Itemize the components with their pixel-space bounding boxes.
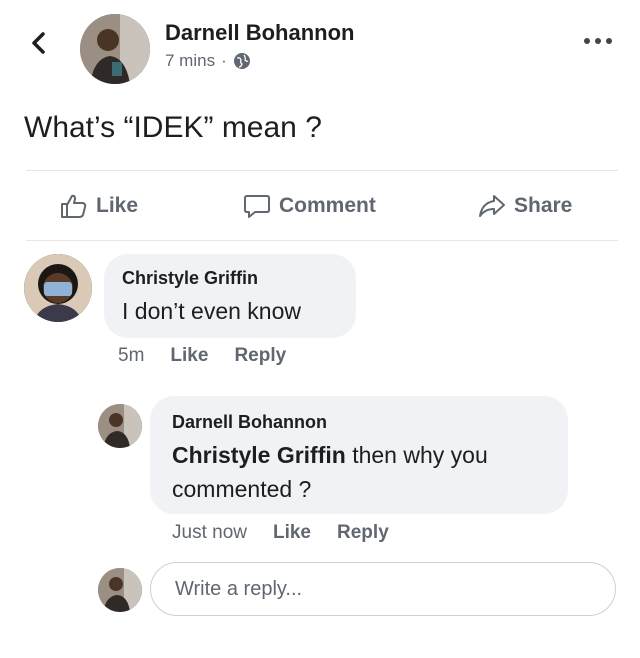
chevron-left-icon xyxy=(32,32,45,54)
avatar-photo xyxy=(98,404,142,448)
comment-button[interactable]: Comment xyxy=(243,188,376,224)
comment-time: 5m xyxy=(118,345,145,366)
comment-author[interactable]: Christyle Griffin xyxy=(122,268,258,289)
comment-icon xyxy=(244,195,270,218)
comment-reply-button[interactable]: Reply xyxy=(234,345,286,367)
dot xyxy=(606,38,612,44)
comment-bubble: Christyle Griffin I don’t even know xyxy=(104,254,356,338)
author-avatar[interactable] xyxy=(80,14,150,84)
avatar-photo xyxy=(98,568,142,612)
reply-reply-button[interactable]: Reply xyxy=(337,522,389,544)
comment-actions: 5m Like Reply xyxy=(118,345,286,367)
reply-author[interactable]: Darnell Bohannon xyxy=(172,412,327,433)
share-icon xyxy=(479,195,505,217)
post-text: What’s “IDEK” mean ? xyxy=(24,111,322,144)
back-button[interactable] xyxy=(26,30,52,56)
reply-actions: Just now Like Reply xyxy=(172,522,389,544)
like-label: Like xyxy=(96,194,139,217)
meta-separator: · xyxy=(221,51,227,70)
commenter-avatar[interactable] xyxy=(24,254,92,322)
reply-text: Christyle Griffin then why you commented… xyxy=(172,438,552,506)
reply-input-container xyxy=(150,562,616,616)
post-meta: 7 mins · xyxy=(165,51,251,71)
share-label: Share xyxy=(514,194,573,217)
reply-bubble: Darnell Bohannon Christyle Griffin then … xyxy=(150,396,568,514)
avatar-photo xyxy=(24,254,92,322)
comment-like-button[interactable]: Like xyxy=(170,345,208,367)
reply-input[interactable] xyxy=(173,563,597,615)
reply-time: Just now xyxy=(172,522,247,543)
globe-icon xyxy=(233,53,250,69)
thumbs-up-icon xyxy=(61,194,87,218)
post-time[interactable]: 7 mins xyxy=(165,51,215,71)
divider xyxy=(26,170,618,171)
share-button[interactable]: Share xyxy=(478,188,572,224)
dot xyxy=(584,38,590,44)
reply-like-button[interactable]: Like xyxy=(273,522,311,544)
comment-label: Comment xyxy=(279,194,376,217)
more-options-button[interactable] xyxy=(584,38,614,52)
current-user-avatar xyxy=(98,568,142,612)
post-author-name[interactable]: Darnell Bohannon xyxy=(165,20,354,46)
divider xyxy=(26,240,618,241)
replier-avatar[interactable] xyxy=(98,404,142,448)
dot xyxy=(595,38,601,44)
comment-text: I don’t even know xyxy=(122,298,302,324)
avatar-photo xyxy=(80,14,150,84)
mention-tag[interactable]: Christyle Griffin xyxy=(172,442,346,468)
like-button[interactable]: Like xyxy=(60,188,138,224)
